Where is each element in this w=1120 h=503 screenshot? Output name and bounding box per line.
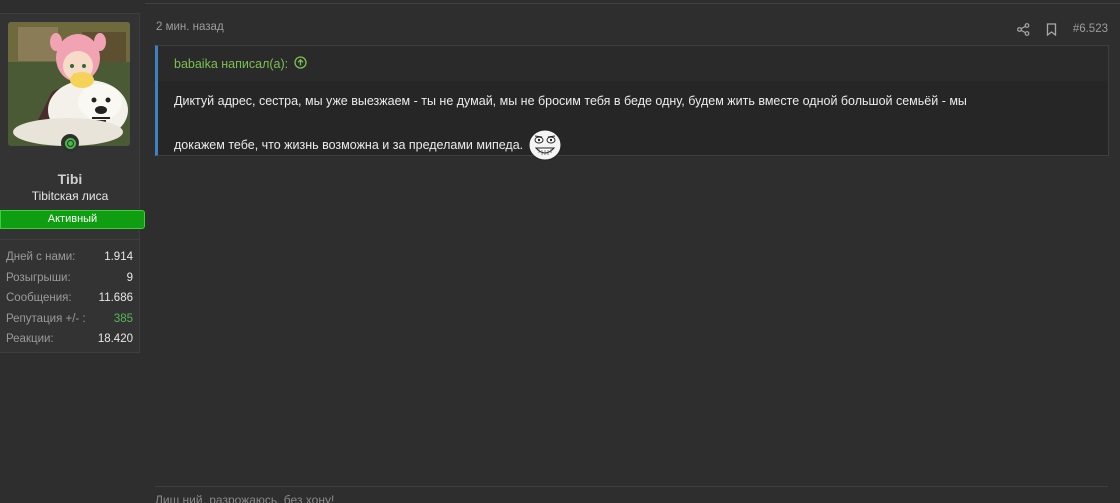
stat-value: 11.686	[98, 292, 133, 305]
username[interactable]: Tibi	[0, 171, 140, 187]
quote-block: babaika написал(а): Диктуй адрес, сестра…	[155, 45, 1109, 161]
stat-row-days: Дней с нами: 1.914	[6, 247, 133, 268]
online-status-icon	[61, 134, 79, 152]
user-card: Tibi Tibіtская лиса Активный Дней с нами…	[0, 13, 145, 353]
stat-label: Сообщения:	[6, 292, 72, 305]
top-divider	[145, 3, 1120, 4]
stat-label: Репутация +/- :	[6, 312, 86, 325]
avatar[interactable]	[8, 22, 130, 146]
quote-body: Диктуй адрес, сестра, мы уже выезжаем - …	[158, 81, 1108, 161]
stat-row-reputation: Репутация +/- : 385	[6, 309, 133, 330]
bookmark-icon[interactable]	[1045, 22, 1059, 36]
quote-text-line-2-wrap: докажем тебе, что жизнь возможна и за пр…	[174, 129, 1092, 161]
stat-value: 18.420	[97, 333, 133, 346]
quote-author[interactable]: babaika написал(а):	[174, 57, 288, 71]
avatar-image	[8, 22, 130, 146]
share-icon[interactable]	[1017, 22, 1031, 36]
post-actions: #6.523	[1017, 22, 1108, 36]
stat-value: 9	[126, 271, 133, 284]
stat-value: 1.914	[104, 251, 133, 264]
stat-label: Дней с нами:	[6, 251, 76, 264]
post-timestamp[interactable]: 2 мин. назад	[156, 21, 224, 33]
meme-face-smiley-icon	[528, 129, 562, 161]
user-title: Tibіtская лиса	[31, 189, 109, 203]
stat-label: Розыгрыши:	[6, 271, 71, 284]
post-number-link[interactable]: #6.523	[1073, 23, 1108, 35]
quote-text-line-1: Диктуй адрес, сестра, мы уже выезжаем - …	[174, 94, 967, 108]
user-signature: Лиш ний, разрожаюсь, без хону!	[155, 493, 335, 503]
status-badge: Активный	[0, 210, 145, 229]
go-to-quote-icon[interactable]	[294, 55, 307, 72]
stat-label: Реакции:	[6, 333, 54, 346]
quote-header[interactable]: babaika написал(а):	[158, 46, 1108, 81]
user-stats: Дней с нами: 1.914 Розыгрыши: 9 Сообщени…	[6, 247, 133, 350]
quote-text-line-2: докажем тебе, что жизнь возможна и за пр…	[174, 138, 524, 152]
stat-value: 385	[113, 312, 133, 325]
stat-row-messages: Сообщения: 11.686	[6, 288, 133, 309]
card-divider	[0, 239, 139, 240]
stat-row-giveaways: Розыгрыши: 9	[6, 268, 133, 289]
stat-row-reactions: Реакции: 18.420	[6, 329, 133, 350]
signature-divider	[155, 486, 1108, 487]
